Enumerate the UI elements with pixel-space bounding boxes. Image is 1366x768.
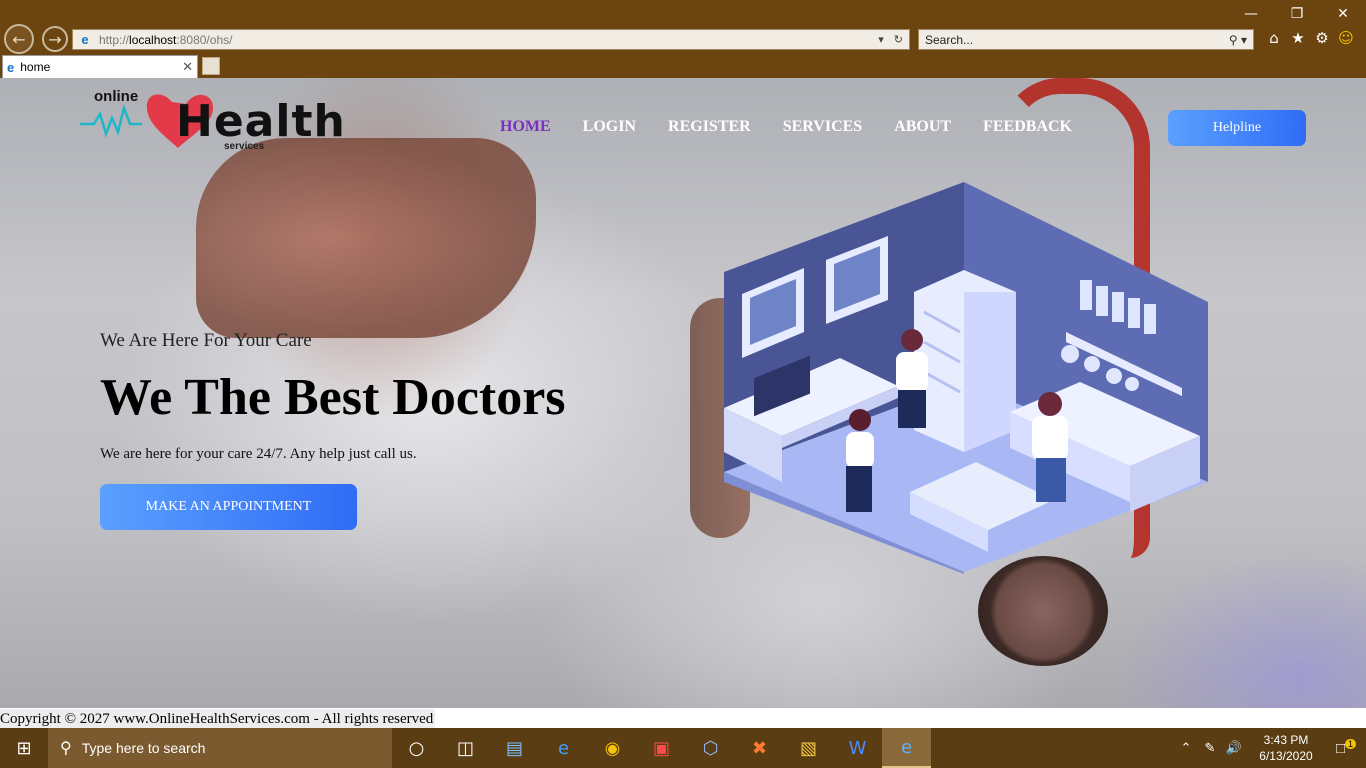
hero-subtext: We are here for your care 24/7. Any help… [100, 446, 417, 462]
browser-search-box[interactable]: Search... ⚲ ▾ [918, 29, 1254, 50]
windows-taskbar: ⊞ ⚲ Type here to search ○ ◫ ▤ e ◉ ▣ ⬡ ✖ … [0, 728, 1366, 768]
volume-icon[interactable]: 🔊 [1222, 740, 1246, 756]
clock-time: 3:43 PM [1263, 733, 1309, 747]
main-navigation: HOME LOGIN REGISTER SERVICES ABOUT FEEDB… [500, 118, 1072, 136]
url-scheme: http:// [99, 32, 130, 47]
forward-arrow-icon: → [48, 29, 62, 49]
make-appointment-button[interactable]: MAKE AN APPOINTMENT [100, 484, 357, 530]
nav-register[interactable]: REGISTER [668, 118, 751, 136]
notification-count: 1 [1345, 739, 1357, 749]
url-path: :8080/ohs/ [176, 32, 233, 47]
favorites-star-icon[interactable]: ★ [1290, 29, 1306, 47]
system-tray: ⌃ ✎ 🔊 3:43 PM 6/13/2020 □ 1 [1174, 728, 1366, 768]
chevron-up-icon[interactable]: ⌃ [1174, 740, 1198, 756]
nav-login[interactable]: LOGIN [583, 118, 636, 136]
cortana-icon[interactable]: ○ [392, 728, 441, 768]
clock-date: 6/13/2020 [1259, 749, 1313, 763]
virtualbox-icon[interactable]: ⬡ [686, 728, 735, 768]
logo-online-text: online [94, 88, 139, 105]
this-pc-icon[interactable]: ▤ [490, 728, 539, 768]
page-footer: Copyright © 2027 www.OnlineHealthService… [0, 708, 1366, 729]
word-icon[interactable]: W [833, 728, 882, 768]
close-tab-icon[interactable]: ✕ [182, 59, 197, 75]
taskbar-clock[interactable]: 3:43 PM 6/13/2020 [1246, 732, 1326, 764]
logo-health-text: Health [176, 96, 346, 147]
action-center-icon[interactable]: □ 1 [1326, 739, 1366, 757]
helpline-button[interactable]: Helpline [1168, 110, 1306, 146]
internet-explorer-icon[interactable]: e [882, 728, 931, 768]
task-view-icon[interactable]: ◫ [441, 728, 490, 768]
nav-feedback[interactable]: FEEDBACK [983, 118, 1072, 136]
home-icon[interactable]: ⌂ [1266, 29, 1282, 47]
browser-tab-home[interactable]: e home ✕ [2, 55, 198, 78]
file-explorer-icon[interactable]: ▧ [784, 728, 833, 768]
dropdown-icon[interactable]: ▾ [878, 33, 884, 46]
address-bar[interactable]: e http:// localhost :8080/ohs/ ▾ ↻ [72, 29, 910, 50]
network-icon[interactable]: ✎ [1198, 740, 1222, 756]
site-logo[interactable]: online Health services [80, 88, 380, 168]
url-host: localhost [129, 32, 177, 47]
taskbar-search-box[interactable]: ⚲ Type here to search [48, 728, 392, 768]
chrome-icon[interactable]: ◉ [588, 728, 637, 768]
taskbar-search-placeholder: Type here to search [81, 740, 206, 756]
address-tools: ▾ ↻ [878, 33, 909, 46]
footer-copyright: Copyright © 2027 www.OnlineHealthService… [0, 709, 436, 729]
windows-start-icon[interactable]: ⊞ [0, 728, 48, 768]
browser-search-placeholder: Search... [925, 32, 974, 47]
store-app-icon[interactable]: ▣ [637, 728, 686, 768]
ie-tab-icon: e [7, 59, 15, 75]
page-hero: online Health services HOME LOGIN REGIST… [0, 78, 1366, 708]
forward-button[interactable]: → [42, 26, 68, 52]
smiley-feedback-icon[interactable]: ☺ [1338, 29, 1354, 47]
ie-page-icon: e [81, 32, 89, 47]
chrome-toolbar-icons: ⌂ ★ ⚙ ☺ [1266, 29, 1354, 47]
logo-services-text: services [224, 141, 265, 152]
gear-icon[interactable]: ⚙ [1314, 29, 1330, 47]
search-icon[interactable]: ⚲ ▾ [1229, 33, 1253, 47]
xampp-icon[interactable]: ✖ [735, 728, 784, 768]
restore-icon[interactable]: ❐ [1274, 0, 1320, 28]
nav-home[interactable]: HOME [500, 118, 551, 136]
new-tab-button[interactable] [202, 57, 220, 75]
close-icon[interactable]: ✕ [1320, 0, 1366, 28]
isometric-clinic-illustration [724, 182, 1208, 574]
window-controls: — ❐ ✕ [1228, 0, 1366, 28]
refresh-icon[interactable]: ↻ [894, 33, 903, 46]
tab-title: home [20, 60, 51, 74]
nav-about[interactable]: ABOUT [894, 118, 951, 136]
back-button[interactable]: ← [4, 24, 34, 54]
browser-chrome: — ❐ ✕ ← → e http:// localhost :8080/ohs/… [0, 0, 1366, 78]
back-arrow-icon: ← [12, 29, 26, 49]
background-hand [196, 138, 536, 338]
edge-icon[interactable]: e [539, 728, 588, 768]
nav-services[interactable]: SERVICES [783, 118, 862, 136]
taskbar-search-icon: ⚲ [60, 740, 72, 757]
hero-tagline: We Are Here For Your Care [100, 330, 312, 351]
hero-headline: We The Best Doctors [100, 369, 566, 426]
minimize-icon[interactable]: — [1228, 0, 1274, 28]
taskbar-pinned-apps: ○ ◫ ▤ e ◉ ▣ ⬡ ✖ ▧ W e [392, 728, 931, 768]
